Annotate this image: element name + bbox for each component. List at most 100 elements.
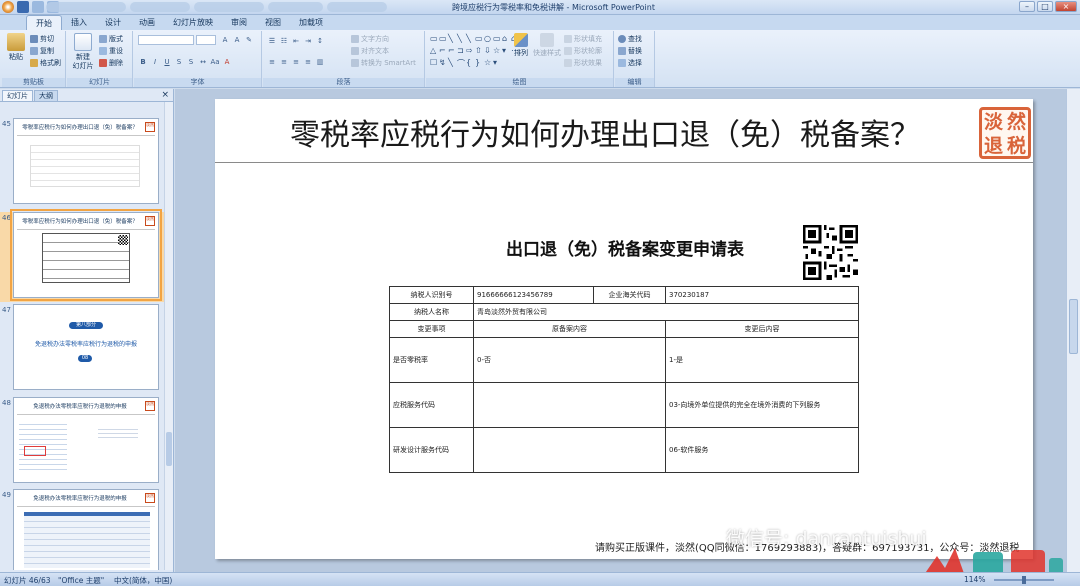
table-cell: 0-否 (473, 337, 666, 383)
panel-tabs: 幻灯片 大纲 × (0, 89, 173, 102)
close-button[interactable]: × (1055, 1, 1077, 12)
shape-fill-label: 形状填充 (574, 35, 602, 43)
window-title: 跨境应税行为零税率和免税讲解 - Microsoft PowerPoint (452, 3, 655, 12)
table-cell: 是否零税率 (389, 337, 474, 383)
seal-char: 税 (1006, 135, 1026, 157)
thumbnail-slide-49[interactable]: 49 免退税办法零税率应税行为退税的申报 淡然 (0, 489, 165, 570)
thumbnail-slide-48[interactable]: 48 免退税办法零税率应税行为退税的申报 淡然 (0, 397, 165, 487)
thumbnail-scrollbar[interactable] (164, 102, 173, 570)
font-name-combo[interactable] (138, 35, 194, 45)
quick-styles-icon (540, 33, 554, 47)
char-spacing-icon[interactable]: ↔ (198, 57, 208, 67)
font-color-icon[interactable]: A (222, 57, 232, 67)
reset-label: 重设 (109, 47, 123, 55)
thumbnail-image: 零税率应税行为如何办理出口退（免）税备案？ 淡然 (10, 209, 162, 301)
select-button[interactable]: 选择 (618, 58, 642, 68)
align-right-icon[interactable]: ≡ (291, 57, 301, 67)
thumbnail-slide-47[interactable]: 47 第八部分 免退税办法零税率应税行为退税的申报 08 (0, 304, 165, 394)
align-text-button[interactable]: 对齐文本 (351, 46, 389, 56)
justify-icon[interactable]: ≡ (303, 57, 313, 67)
reset-button[interactable]: 重设 (99, 46, 123, 56)
shapes-gallery[interactable]: ▭▭╲╲╲▭○▭⌂⌂ △⌐⌐⊐⇨⇧⇩☆▾⋯ ☐↯╲⌒{}☆▾ (430, 34, 519, 69)
bold-icon[interactable]: B (138, 57, 148, 67)
tab-outline[interactable]: 大纲 (34, 90, 58, 101)
find-button[interactable]: 查找 (618, 34, 642, 44)
numbering-icon[interactable]: ☷ (279, 36, 289, 46)
language-indicator[interactable]: 中文(简体，中国) (114, 575, 172, 586)
bullets-icon[interactable]: ☰ (267, 36, 277, 46)
arrange-button[interactable]: 排列 (511, 33, 531, 58)
minimize-button[interactable]: – (1019, 1, 1035, 12)
tab-view[interactable]: 视图 (256, 15, 290, 30)
tab-slides[interactable]: 幻灯片 (2, 90, 33, 101)
thumbnail-number: 45 (2, 120, 11, 128)
layout-button[interactable]: 版式 (99, 34, 123, 44)
shape-fill-button[interactable]: 形状填充 (564, 34, 602, 44)
tab-animations[interactable]: 动画 (130, 15, 164, 30)
tab-home[interactable]: 开始 (26, 15, 62, 30)
columns-icon[interactable]: ▥ (315, 57, 325, 67)
zoom-slider[interactable] (994, 576, 1054, 584)
align-text-label: 对齐文本 (361, 47, 389, 55)
tab-review[interactable]: 审阅 (222, 15, 256, 30)
zoom-slider-thumb[interactable] (1022, 576, 1026, 584)
text-direction-button[interactable]: 文字方向 (351, 34, 389, 44)
font-group-label: 字体 (134, 78, 261, 87)
grow-font-icon[interactable]: A (220, 35, 230, 45)
strikethrough-icon[interactable]: S (174, 57, 184, 67)
replace-button[interactable]: 替换 (618, 46, 642, 56)
align-left-icon[interactable]: ≡ (267, 57, 277, 67)
thumbnail-slide-45[interactable]: 45 零税率应税行为如何办理出口退（免）税备案？ 淡然 (0, 118, 165, 208)
undo-icon[interactable] (32, 1, 44, 13)
shape-effects-button[interactable]: 形状效果 (564, 58, 602, 68)
tab-slideshow[interactable]: 幻灯片放映 (164, 15, 222, 30)
tab-design[interactable]: 设计 (96, 15, 130, 30)
thumbnail-number: 49 (2, 491, 11, 499)
delete-slide-button[interactable]: 删除 (99, 58, 123, 68)
smartart-button[interactable]: 转换为 SmartArt (351, 58, 416, 68)
change-case-icon[interactable]: Aa (210, 57, 220, 67)
paste-button[interactable]: 粘贴 (4, 33, 28, 62)
filing-change-form-image[interactable]: 出口退（免）税备案变更申请表 纳税人识别号 91666666123456789 … (373, 202, 877, 486)
scrollbar-thumb[interactable] (1069, 299, 1078, 354)
cut-button[interactable]: 剪切 (30, 34, 54, 44)
clear-format-icon[interactable]: ✎ (244, 35, 254, 45)
editing-group-label: 编辑 (615, 78, 654, 87)
maximize-button[interactable]: □ (1037, 1, 1053, 12)
increase-indent-icon[interactable]: ⇥ (303, 36, 313, 46)
italic-icon[interactable]: I (150, 57, 160, 67)
quick-styles-label: 快速样式 (533, 49, 561, 57)
copy-button[interactable]: 复制 (30, 46, 54, 56)
tab-insert[interactable]: 插入 (62, 15, 96, 30)
seal-icon: 淡然 (145, 493, 155, 503)
underline-icon[interactable]: U (162, 57, 172, 67)
thumbnail-image: 零税率应税行为如何办理出口退（免）税备案？ 淡然 (13, 118, 159, 204)
save-icon[interactable] (17, 1, 29, 13)
shadow-icon[interactable]: S (186, 57, 196, 67)
tab-addins[interactable]: 加载项 (290, 15, 332, 30)
form-table: 纳税人识别号 91666666123456789 企业海关代码 37023018… (389, 286, 859, 473)
thumbnail-subtitle: 免退税办法零税率应税行为退税的申报 (34, 341, 137, 348)
align-center-icon[interactable]: ≡ (279, 57, 289, 67)
new-slide-button[interactable]: 新建 幻灯片 (70, 33, 96, 71)
text-direction-label: 文字方向 (361, 35, 389, 43)
current-slide[interactable]: 零税率应税行为如何办理出口退（免）税备案？ 淡 然 退 税 出口退（免）税备案变… (215, 99, 1033, 559)
slide-vertical-scrollbar[interactable] (1066, 89, 1080, 572)
shape-outline-button[interactable]: 形状轮廓 (564, 46, 602, 56)
thumbnail-image: 第八部分 免退税办法零税率应税行为退税的申报 08 (13, 304, 159, 390)
office-button-icon[interactable] (2, 1, 14, 13)
zoom-level[interactable]: 114% (964, 575, 985, 584)
slide-title[interactable]: 零税率应税行为如何办理出口退（免）税备案？ (215, 110, 995, 154)
font-size-combo[interactable] (196, 35, 216, 45)
shrink-font-icon[interactable]: A (232, 35, 242, 45)
close-icon[interactable]: × (161, 90, 169, 100)
text-direction-icon (351, 35, 359, 43)
format-painter-button[interactable]: 格式刷 (30, 58, 61, 68)
line-spacing-icon[interactable]: ↕ (315, 36, 325, 46)
decrease-indent-icon[interactable]: ⇤ (291, 36, 301, 46)
quick-styles-button[interactable]: 快速样式 (533, 33, 561, 58)
thumbnail-slide-46[interactable]: 46 零税率应税行为如何办理出口退（免）税备案？ 淡然 (0, 209, 165, 302)
section-pill: 第八部分 (69, 322, 103, 329)
table-cell: 研发设计服务代码 (389, 427, 474, 473)
thumbnail-number: 48 (2, 399, 11, 407)
